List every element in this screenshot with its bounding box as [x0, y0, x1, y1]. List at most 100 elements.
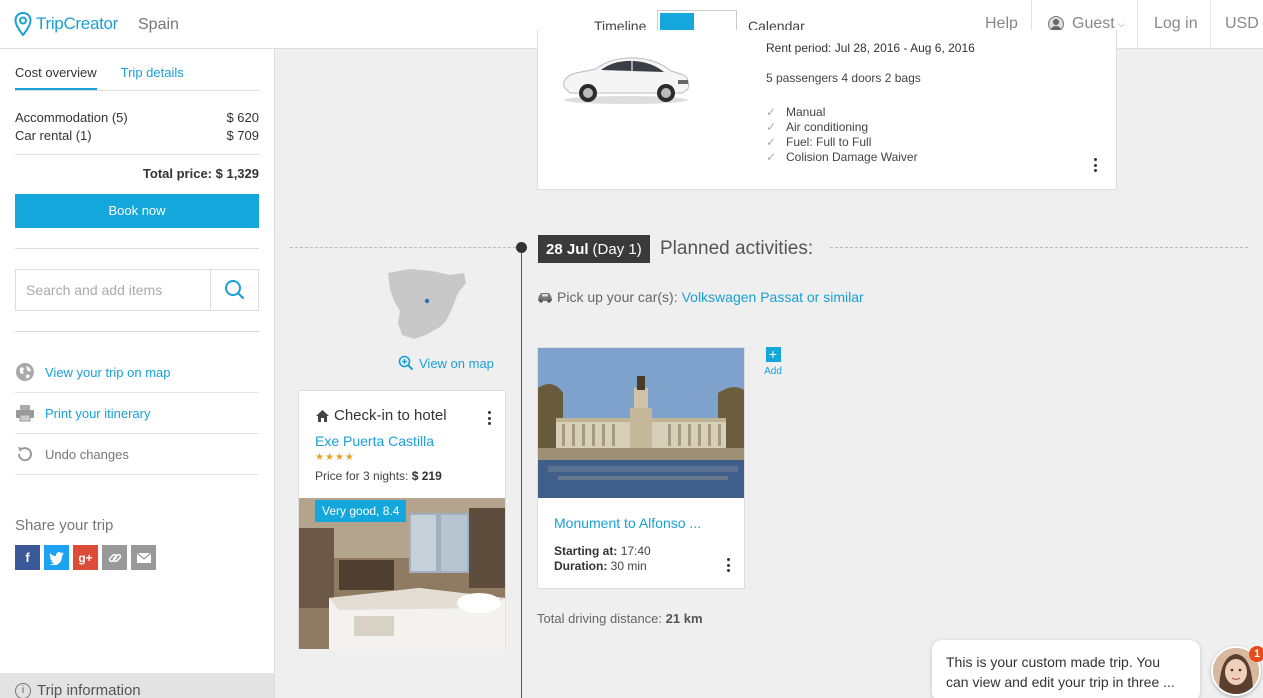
- check-icon: ✓: [766, 120, 777, 134]
- total-price: Total price: $ 1,329: [142, 166, 259, 181]
- check-icon: ✓: [766, 135, 777, 149]
- more-options-icon[interactable]: [487, 411, 491, 425]
- logo-text: TripCreator: [36, 14, 119, 33]
- check-icon: ✓: [766, 150, 777, 164]
- search-input[interactable]: [16, 270, 210, 310]
- cost-label: Car rental (1): [15, 128, 92, 143]
- car-image: [563, 57, 689, 104]
- logo[interactable]: TripCreator: [14, 12, 118, 36]
- divider: [15, 90, 259, 91]
- view-trip-on-map-link[interactable]: View your trip on map: [15, 352, 259, 393]
- printer-icon: [15, 403, 35, 423]
- currency-menu[interactable]: USD ⌵: [1210, 0, 1263, 48]
- feature-label: Fuel: Full to Full: [786, 135, 872, 149]
- location-pin-icon: [14, 12, 32, 36]
- cost-row-accommodation: Accommodation (5) $ 620: [15, 110, 259, 125]
- link-icon[interactable]: [102, 545, 127, 570]
- sidebar-tabs: Cost overview Trip details: [15, 65, 208, 91]
- timeline-line: [521, 248, 522, 698]
- hotel-rating-badge: Very good, 8.4: [315, 500, 407, 522]
- day-date-badge: 28 Jul (Day 1): [538, 235, 650, 263]
- planned-activities-heading: Planned activities:: [660, 238, 814, 259]
- destination-label: Spain: [138, 16, 179, 33]
- duration-label: Duration:: [554, 559, 608, 573]
- hotel-title: Check-in to hotel: [315, 407, 447, 424]
- undo-changes-link[interactable]: Undo changes: [15, 434, 259, 475]
- start-value: 17:40: [620, 544, 651, 558]
- view-on-map-link[interactable]: View on map: [398, 355, 494, 371]
- car-feature: ✓ Colision Damage Waiver: [766, 150, 918, 164]
- tab-cost-overview[interactable]: Cost overview: [15, 65, 97, 91]
- hotel-price: Price for 3 nights: $ 219: [315, 469, 442, 483]
- cost-value: $ 620: [226, 110, 259, 125]
- car-feature: ✓ Air conditioning: [766, 120, 868, 134]
- activity-start: Starting at: 17:40: [554, 544, 651, 558]
- divider: [15, 154, 259, 155]
- driving-distance: Total driving distance: 21 km: [537, 611, 703, 626]
- more-options-icon[interactable]: [726, 558, 730, 572]
- trip-information-bar[interactable]: i Trip information: [0, 673, 274, 698]
- add-label: Add: [764, 366, 782, 377]
- divider: [15, 248, 259, 249]
- tab-trip-details[interactable]: Trip details: [121, 65, 184, 91]
- day-separator-left: [290, 247, 516, 248]
- activity-duration: Duration: 30 min: [554, 559, 647, 573]
- search-icon: [225, 280, 245, 300]
- car-feature: ✓ Fuel: Full to Full: [766, 135, 871, 149]
- login-link[interactable]: Log in: [1137, 0, 1210, 48]
- action-label: Print your itinerary: [45, 405, 151, 421]
- action-label: View your trip on map: [45, 364, 171, 380]
- email-icon[interactable]: [131, 545, 156, 570]
- plus-icon: +: [765, 347, 781, 362]
- search-button[interactable]: [210, 270, 258, 310]
- action-label: Undo changes: [45, 446, 129, 462]
- price-prefix: Price for 3 nights:: [315, 469, 409, 483]
- undo-icon: [15, 444, 35, 464]
- spain-map: [388, 269, 466, 339]
- feature-label: Air conditioning: [786, 120, 869, 134]
- print-itinerary-link[interactable]: Print your itinerary: [15, 393, 259, 434]
- monument-image[interactable]: [538, 348, 744, 498]
- facebook-icon[interactable]: f: [15, 545, 40, 570]
- day-separator-right: [830, 247, 1248, 248]
- currency-label: USD: [1225, 15, 1259, 32]
- chevron-down-icon: ⌵: [1117, 18, 1125, 29]
- login-label: Log in: [1154, 15, 1198, 32]
- activity-name-link[interactable]: Monument to Alfonso ...: [554, 515, 701, 531]
- car-feature: ✓ Manual: [766, 105, 825, 119]
- divider: [15, 331, 259, 332]
- car-capacity: 5 passengers 4 doors 2 bags: [766, 71, 921, 85]
- feature-label: Colision Damage Waiver: [786, 150, 918, 164]
- driving-label: Total driving distance:: [537, 611, 663, 626]
- more-options-icon[interactable]: [1093, 158, 1097, 172]
- feature-label: Manual: [786, 105, 826, 119]
- price-value: $ 219: [411, 469, 442, 483]
- zoom-in-icon: [398, 355, 414, 371]
- duration-value: 30 min: [610, 559, 647, 573]
- check-icon: ✓: [766, 105, 777, 119]
- share-buttons: f g+: [15, 545, 160, 570]
- book-now-button[interactable]: Book now: [15, 194, 259, 228]
- sidebar: Cost overview Trip details Accommodation…: [0, 49, 275, 698]
- add-item-button[interactable]: + Add: [762, 347, 784, 377]
- googleplus-icon[interactable]: g+: [73, 545, 98, 570]
- day-number: (Day 1): [592, 240, 642, 258]
- pickup-car-link[interactable]: Volkswagen Passat or similar: [682, 289, 864, 305]
- hotel-stars: ★★★★: [315, 452, 355, 463]
- share-title: Share your trip: [15, 517, 114, 534]
- chat-message: This is your custom made trip. You can v…: [946, 654, 1175, 690]
- home-icon: [316, 409, 329, 422]
- start-label: Starting at:: [554, 544, 618, 558]
- activity-card: Monument to Alfonso ... Starting at: 17:…: [537, 347, 745, 589]
- chat-notification-badge: 1: [1249, 646, 1263, 662]
- cost-value: $ 709: [226, 128, 259, 143]
- twitter-icon[interactable]: [44, 545, 69, 570]
- rent-period: Rent period: Jul 28, 2016 - Aug 6, 2016: [766, 41, 975, 55]
- driving-value: 21 km: [665, 611, 703, 626]
- info-icon: i: [15, 683, 31, 698]
- view-on-map-label: View on map: [419, 355, 494, 371]
- car-icon: [538, 293, 552, 303]
- hotel-name-link[interactable]: Exe Puerta Castilla: [315, 433, 434, 449]
- car-pickup-line: Pick up your car(s): Volkswagen Passat o…: [537, 289, 864, 305]
- chat-bubble[interactable]: This is your custom made trip. You can v…: [932, 640, 1200, 698]
